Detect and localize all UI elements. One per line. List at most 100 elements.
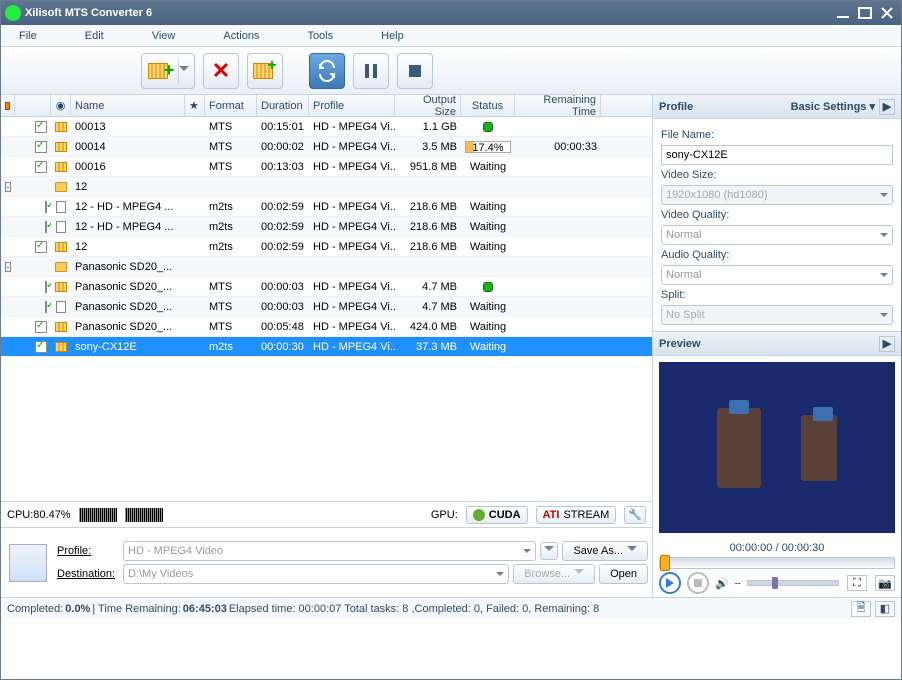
preview-arrow-icon[interactable]: ▶ <box>879 336 895 352</box>
col-star-icon[interactable]: ★ <box>185 95 205 116</box>
col-format[interactable]: Format <box>205 95 257 116</box>
table-row[interactable]: sony-CX12Em2ts00:00:30HD - MPEG4 Vi...37… <box>1 337 652 357</box>
profile-combo[interactable]: HD - MPEG4 Video <box>123 541 536 561</box>
row-checkbox[interactable] <box>35 321 47 333</box>
menu-view[interactable]: View <box>152 30 176 42</box>
row-checkbox[interactable] <box>45 281 47 293</box>
volume-slider[interactable] <box>747 580 839 586</box>
table-row[interactable]: 12 - HD - MPEG4 ...m2ts00:02:59HD - MPEG… <box>1 197 652 217</box>
audioquality-combo[interactable]: Normal <box>661 265 893 285</box>
select-all-icon[interactable] <box>5 102 10 110</box>
col-duration[interactable]: Duration <box>257 95 309 116</box>
add-file-button[interactable]: + <box>141 53 195 89</box>
split-combo[interactable]: No Split <box>661 305 893 325</box>
table-row[interactable]: Panasonic SD20_...MTS00:05:48HD - MPEG4 … <box>1 317 652 337</box>
table-header: ◉ Name ★ Format Duration Profile Output … <box>1 95 652 117</box>
profile-options-button[interactable] <box>540 542 558 560</box>
basic-settings-toggle[interactable]: Basic Settings ▾ <box>791 100 875 113</box>
row-name: Panasonic SD20_... <box>71 301 185 313</box>
delete-button[interactable]: ✕ <box>203 53 239 89</box>
status-rest: Elapsed time: 00:00:07 Total tasks: 8 ,C… <box>229 603 599 615</box>
add-profile-button[interactable]: + <box>247 53 283 89</box>
audioquality-label: Audio Quality: <box>661 249 893 261</box>
film-icon <box>55 122 67 132</box>
row-checkbox[interactable] <box>45 301 47 313</box>
table-row[interactable]: -Panasonic SD20_... <box>1 257 652 277</box>
split-label: Split: <box>661 289 893 301</box>
cpu-gpu-bar: CPU:80.47% GPU: CUDA ATISTREAM 🔧 <box>1 501 652 527</box>
ati-stream-button[interactable]: ATISTREAM <box>536 506 617 524</box>
minimize-button[interactable] <box>833 5 853 21</box>
status-timerem-label: | Time Remaining: <box>92 603 180 615</box>
table-row[interactable]: 00013MTS00:15:01HD - MPEG4 Vi...1.1 GB <box>1 117 652 137</box>
snapshot-button[interactable]: 📷 <box>875 575 895 591</box>
filename-input[interactable] <box>661 145 893 165</box>
profile-thumbnail-icon <box>9 544 47 582</box>
preview-slider[interactable] <box>659 557 895 569</box>
menu-tools[interactable]: Tools <box>307 30 333 42</box>
row-name: 12 <box>71 241 185 253</box>
row-checkbox[interactable] <box>45 201 47 213</box>
maximize-button[interactable] <box>855 5 875 21</box>
menu-file[interactable]: File <box>19 30 37 42</box>
convert-button[interactable] <box>309 53 345 89</box>
gpu-settings-button[interactable]: 🔧 <box>624 506 646 524</box>
profile-panel-arrow-icon[interactable]: ▶ <box>879 99 895 115</box>
col-output[interactable]: Output Size <box>395 95 461 116</box>
row-checkbox[interactable] <box>35 341 47 353</box>
table-row[interactable]: 00014MTS00:00:02HD - MPEG4 Vi...3.5 MB17… <box>1 137 652 157</box>
table-row[interactable]: 12m2ts00:02:59HD - MPEG4 Vi...218.6 MBWa… <box>1 237 652 257</box>
expand-icon[interactable]: - <box>5 262 11 272</box>
row-checkbox[interactable] <box>35 121 47 133</box>
menu-actions[interactable]: Actions <box>223 30 259 42</box>
skin-button[interactable]: ◧ <box>875 601 895 617</box>
open-button[interactable]: Open <box>599 564 648 584</box>
doc-icon <box>56 301 66 313</box>
volume-icon[interactable]: 🔊 <box>715 577 729 590</box>
slider-thumb-icon[interactable] <box>660 555 670 571</box>
expand-icon[interactable]: - <box>5 182 11 192</box>
table-row[interactable]: - 12 <box>1 177 652 197</box>
col-status[interactable]: Status <box>461 95 515 116</box>
table-row[interactable]: Panasonic SD20_...MTS00:00:03HD - MPEG4 … <box>1 297 652 317</box>
menubar: File Edit View Actions Tools Help <box>1 25 901 47</box>
play-button[interactable] <box>659 572 681 594</box>
browse-button[interactable]: Browse... <box>513 564 595 584</box>
right-panel: Profile Basic Settings ▾ ▶ File Name: Vi… <box>653 95 901 597</box>
table-row[interactable]: 12 - HD - MPEG4 ...m2ts00:02:59HD - MPEG… <box>1 217 652 237</box>
col-profile[interactable]: Profile <box>309 95 395 116</box>
videoquality-combo[interactable]: Normal <box>661 225 893 245</box>
filename-label: File Name: <box>661 129 893 141</box>
row-checkbox[interactable] <box>35 141 47 153</box>
status-done-icon <box>483 122 493 132</box>
log-button[interactable]: 🗎 <box>851 601 871 617</box>
close-button[interactable] <box>877 5 897 21</box>
col-remaining[interactable]: Remaining Time <box>515 95 601 116</box>
row-checkbox[interactable] <box>45 221 47 233</box>
menu-help[interactable]: Help <box>381 30 404 42</box>
col-name[interactable]: Name <box>71 95 185 116</box>
folder-icon <box>55 262 67 272</box>
col-type-icon[interactable]: ◉ <box>51 95 71 116</box>
pause-button[interactable] <box>353 53 389 89</box>
table-row[interactable]: Panasonic SD20_...MTS00:00:03HD - MPEG4 … <box>1 277 652 297</box>
row-checkbox[interactable] <box>35 161 47 173</box>
table-row[interactable]: 00016MTS00:13:03HD - MPEG4 Vi...951.8 MB… <box>1 157 652 177</box>
row-checkbox[interactable] <box>35 241 47 253</box>
destination-combo[interactable]: D:\My Videos <box>123 564 509 584</box>
stop-button[interactable] <box>397 53 433 89</box>
videosize-combo[interactable]: 1920x1080 (hd1080) <box>661 185 893 205</box>
file-rows[interactable]: 00013MTS00:15:01HD - MPEG4 Vi...1.1 GB00… <box>1 117 652 501</box>
menu-edit[interactable]: Edit <box>85 30 104 42</box>
fullscreen-button[interactable]: ⛶ <box>847 575 867 591</box>
cuda-button[interactable]: CUDA <box>466 506 528 524</box>
preview-stop-button[interactable] <box>687 572 709 594</box>
row-name: 12 <box>71 181 185 193</box>
save-as-button[interactable]: Save As... <box>562 541 648 561</box>
preview-panel: Preview ▶ 00:00:00 / 00:00:30 🔊 -- ⛶ 📷 <box>653 331 901 597</box>
folder-icon <box>55 182 67 192</box>
status-completed-label: Completed: <box>7 603 63 615</box>
row-name: 00013 <box>71 121 185 133</box>
profile-panel: File Name: Video Size: 1920x1080 (hd1080… <box>653 119 901 331</box>
film-icon <box>55 282 67 292</box>
